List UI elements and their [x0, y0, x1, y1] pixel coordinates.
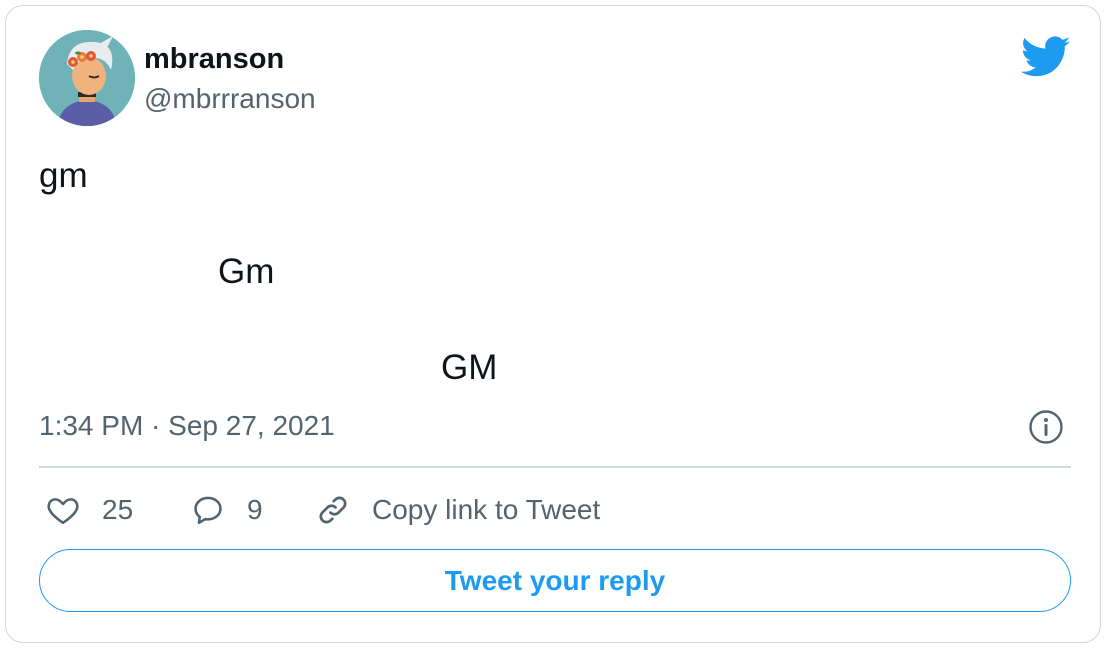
reply-button-label: Tweet your reply: [444, 564, 666, 596]
tweet-text-line: gm: [39, 156, 88, 195]
copy-link-label: Copy link to Tweet: [372, 494, 601, 525]
like-button[interactable]: 25: [46, 492, 133, 528]
twitter-bird-icon[interactable]: [1020, 36, 1071, 78]
like-count: 25: [102, 494, 134, 525]
reply-count: 9: [247, 494, 263, 525]
tweet-text-line: Gm: [218, 252, 275, 291]
tweet-timestamp[interactable]: 1:34 PM · Sep 27, 2021: [39, 410, 335, 442]
info-icon-glyph: [1029, 410, 1063, 444]
speech-bubble-icon: [194, 496, 222, 525]
avatar[interactable]: [39, 30, 135, 126]
avatar-illustration: [39, 30, 135, 126]
twitter-bird-glyph: [1020, 36, 1071, 77]
tweet-your-reply-button[interactable]: Tweet your reply: [39, 549, 1071, 612]
author-display-name[interactable]: mbranson: [144, 43, 284, 76]
copy-link-button[interactable]: Copy link to Tweet: [316, 492, 600, 528]
divider: [39, 466, 1071, 468]
author-handle[interactable]: @mbrrranson: [144, 83, 316, 115]
tweet-card: mbranson @mbrrranson gm Gm GM 1:34 PM · …: [5, 5, 1101, 643]
heart-icon: [47, 498, 79, 525]
tweet-text-line: GM: [441, 348, 498, 387]
reply-button[interactable]: 9: [191, 492, 263, 528]
info-icon[interactable]: [1028, 409, 1064, 445]
link-icon: [319, 496, 347, 524]
